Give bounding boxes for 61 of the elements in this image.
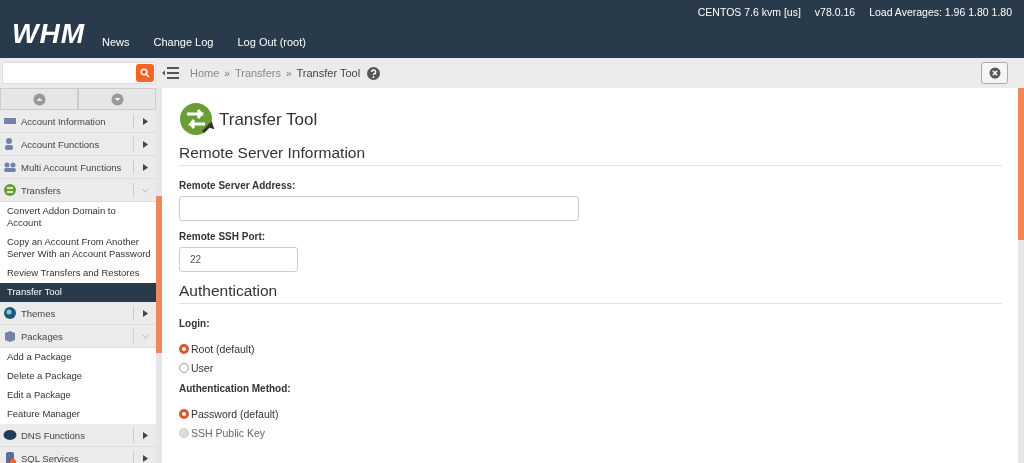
radio-label: Password (default) <box>191 407 279 420</box>
server-info: Load Averages: 1.96 1.80 1.80 <box>869 6 1012 18</box>
category-icon <box>3 428 17 442</box>
radio-label: Root (default) <box>191 342 255 355</box>
sidebar-category[interactable]: Packages <box>0 325 156 348</box>
section-heading: Remote Server Information <box>179 144 1002 166</box>
category-icon <box>3 451 17 463</box>
breadcrumb-separator: » <box>285 67 292 79</box>
sidebar-category[interactable]: SQL Services <box>0 447 156 463</box>
transfer-tool-icon <box>179 102 215 138</box>
radio-button[interactable] <box>179 343 189 354</box>
sidebar-category[interactable]: Multi Account Functions <box>0 156 156 179</box>
scroll-down-button[interactable] <box>78 88 156 110</box>
input-field[interactable]: 22 <box>179 247 298 272</box>
field-label: Remote SSH Port: <box>179 231 267 242</box>
scrollbar-thumb[interactable] <box>1018 88 1024 240</box>
scrollbar-thumb[interactable] <box>156 196 162 353</box>
scroll-up-button[interactable] <box>0 88 78 110</box>
field-label: Login: <box>179 318 211 329</box>
category-icon <box>3 183 17 197</box>
sidebar-category[interactable]: Account Functions <box>0 133 156 156</box>
section-heading: Authentication <box>179 282 1002 304</box>
menu-collapse-icon[interactable] <box>162 66 180 80</box>
input-field[interactable] <box>179 196 579 221</box>
caret-icon <box>141 140 149 148</box>
caret-icon <box>141 186 149 194</box>
category-icon <box>3 306 17 320</box>
breadcrumb-link[interactable]: Transfer Tool <box>296 67 361 79</box>
nav-link[interactable]: News <box>100 36 142 58</box>
caret-icon <box>141 163 149 171</box>
sidebar-category[interactable]: Transfers <box>0 179 156 202</box>
caret-icon <box>141 332 149 340</box>
breadcrumb-separator: » <box>224 67 230 79</box>
radio-label: User <box>191 361 214 374</box>
sidebar-item[interactable]: Transfer Tool <box>0 283 156 302</box>
server-info: CENTOS 7.6 kvm [us] <box>697 6 801 18</box>
field-label: Remote Server Address: <box>179 180 297 191</box>
radio-button[interactable] <box>179 362 189 373</box>
radio-label: SSH Public Key <box>191 426 266 439</box>
close-icon <box>988 67 1001 79</box>
radio-button[interactable] <box>179 408 189 419</box>
sidebar-category[interactable]: Themes <box>0 302 156 325</box>
logo[interactable]: WHM <box>0 18 100 58</box>
caret-icon <box>141 431 149 439</box>
close-button[interactable] <box>981 62 1008 84</box>
nav-link[interactable]: Change Log <box>151 36 226 58</box>
help-icon[interactable] <box>367 66 381 80</box>
caret-icon <box>141 309 149 317</box>
sidebar-category[interactable]: Account Information <box>0 110 156 133</box>
search-icon <box>140 68 150 78</box>
category-icon <box>3 160 17 174</box>
search-button[interactable] <box>136 64 154 82</box>
search-field[interactable] <box>2 62 156 84</box>
field-label: Authentication Method: <box>179 383 292 394</box>
sidebar-category[interactable]: DNS Functions <box>0 424 156 447</box>
nav-link[interactable]: Log Out (root) <box>235 36 318 58</box>
category-icon <box>3 329 17 343</box>
page-title: Transfer Tool <box>219 110 318 130</box>
caret-icon <box>141 117 149 125</box>
caret-icon <box>141 454 149 462</box>
server-info: v78.0.16 <box>814 6 856 18</box>
